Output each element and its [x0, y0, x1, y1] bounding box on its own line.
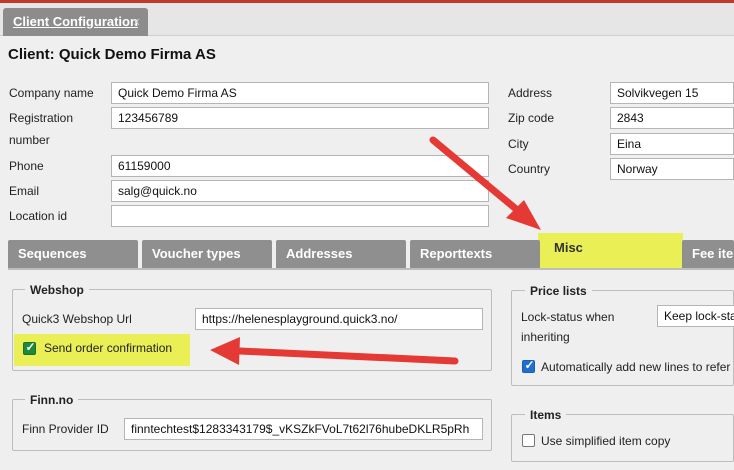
items-title: Items [525, 408, 567, 422]
auto-add-lines-label: Automatically add new lines to refer [541, 360, 731, 374]
tab-client-configuration-label: Client Configuration [13, 14, 138, 29]
country-input[interactable]: Norway [610, 158, 734, 180]
price-lists-title: Price lists [525, 284, 592, 298]
email-input[interactable]: salg@quick.no [111, 180, 489, 202]
checkmark-icon: ✓ [524, 358, 535, 372]
webshop-url-input[interactable]: https://helenesplayground.quick3.no/ [195, 308, 483, 330]
location-id-label: Location id [9, 209, 68, 223]
simplified-item-copy-checkbox[interactable] [522, 434, 535, 447]
send-confirmation-label: Send order confirmation [44, 341, 173, 355]
checkmark-icon: ✓ [25, 340, 36, 354]
webshop-url-label: Quick3 Webshop Url [22, 312, 132, 326]
finn-provider-label: Finn Provider ID [22, 422, 109, 436]
address-input[interactable]: Solvikvegen 15 [610, 82, 734, 104]
tab-fee-items[interactable]: Fee ite [682, 240, 734, 268]
country-label: Country [508, 162, 551, 176]
location-id-input[interactable] [111, 205, 489, 227]
address-label: Address [508, 86, 553, 100]
company-name-input[interactable]: Quick Demo Firma AS [111, 82, 489, 104]
phone-label: Phone [9, 159, 44, 173]
tab-misc[interactable]: Misc [544, 234, 682, 268]
lock-status-label-line2: inheriting [521, 330, 570, 344]
lock-status-select[interactable]: Keep lock-sta [657, 305, 734, 327]
close-icon[interactable]: x [134, 16, 140, 28]
tab-reporttexts[interactable]: Reporttexts [410, 240, 540, 268]
phone-input[interactable]: 61159000 [111, 155, 489, 177]
city-input[interactable]: Eina [610, 133, 734, 155]
tab-addresses[interactable]: Addresses [276, 240, 406, 268]
tab-sequences[interactable]: Sequences [8, 240, 138, 268]
city-label: City [508, 137, 529, 151]
registration-label-line1: Registration [9, 111, 74, 125]
page-title: Client: Quick Demo Firma AS [8, 46, 216, 63]
zip-code-label: Zip code [508, 111, 555, 125]
company-name-label: Company name [9, 86, 94, 100]
registration-number-input[interactable]: 123456789 [111, 107, 489, 129]
zip-code-input[interactable]: 2843 [610, 107, 734, 129]
webshop-title: Webshop [25, 283, 89, 297]
email-label: Email [9, 184, 40, 198]
finn-provider-input[interactable]: finntechtest$1283343179$_vKSZkFVoL7t62l7… [124, 418, 483, 440]
send-confirmation-checkbox[interactable]: ✓ [23, 340, 36, 355]
tab-voucher-types[interactable]: Voucher types [142, 240, 272, 268]
document-tab-bar: Client Configuration x [0, 3, 734, 36]
subtab-underline [8, 268, 734, 270]
auto-add-lines-checkbox[interactable]: ✓ [522, 358, 535, 373]
subtab-bar: Sequences Voucher types Addresses Report… [8, 240, 734, 268]
tab-client-configuration[interactable]: Client Configuration x [3, 8, 148, 36]
lock-status-label-line1: Lock-status when [521, 310, 615, 324]
simplified-item-copy-label: Use simplified item copy [541, 434, 671, 448]
finn-title: Finn.no [25, 393, 79, 407]
registration-label-line2: number [9, 133, 50, 147]
